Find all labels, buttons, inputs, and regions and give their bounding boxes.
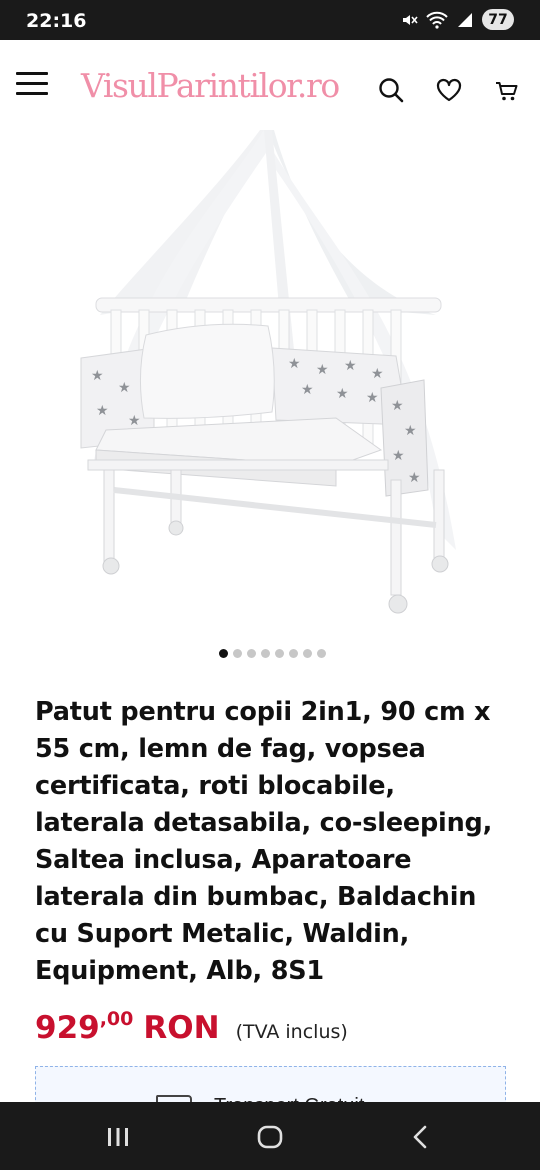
svg-text:★: ★ <box>344 358 357 374</box>
battery-icon: 77 <box>482 9 514 30</box>
carousel-dot[interactable] <box>218 648 228 658</box>
price-currency: RON <box>143 1010 220 1046</box>
carousel-dot[interactable] <box>260 648 270 658</box>
site-header: VisulParintilor.ro <box>0 40 540 132</box>
carousel-dot[interactable] <box>288 648 298 658</box>
wifi-icon <box>426 11 448 29</box>
heart-icon[interactable] <box>435 76 463 104</box>
svg-text:★: ★ <box>316 362 329 378</box>
status-time: 22:16 <box>26 10 87 32</box>
svg-text:★: ★ <box>91 368 104 384</box>
product-image[interactable]: ★★★★★ ★★★★★★★ ★★★★ <box>36 130 504 640</box>
carousel-dot[interactable] <box>316 648 326 658</box>
carousel-dot[interactable] <box>232 648 242 658</box>
svg-text:★: ★ <box>408 470 421 486</box>
price-row: 929 ,00 RON (TVA inclus) <box>35 1008 348 1054</box>
svg-text:★: ★ <box>404 423 417 439</box>
price-integer: 929 <box>35 1010 100 1046</box>
status-bar: 22:16 77 <box>0 0 540 40</box>
carousel-dot[interactable] <box>302 648 312 658</box>
site-logo[interactable]: VisulParintilor.ro <box>81 66 340 105</box>
svg-text:★: ★ <box>391 398 404 414</box>
signal-icon <box>456 11 474 29</box>
product-title: Patut pentru copii 2in1, 90 cm x 55 cm, … <box>35 697 493 986</box>
image-carousel-dots <box>0 646 540 660</box>
svg-text:★: ★ <box>288 356 301 372</box>
svg-text:★: ★ <box>366 390 379 406</box>
search-icon[interactable] <box>377 76 405 104</box>
cart-icon[interactable] <box>493 76 521 104</box>
svg-text:★: ★ <box>336 386 349 402</box>
svg-text:★: ★ <box>118 380 131 396</box>
carousel-dot[interactable] <box>246 648 256 658</box>
mute-icon <box>400 11 418 29</box>
svg-text:★: ★ <box>371 366 384 382</box>
svg-text:★: ★ <box>392 448 405 464</box>
vat-note: (TVA inclus) <box>235 1021 348 1043</box>
status-icons: 77 <box>400 9 514 30</box>
svg-text:★: ★ <box>96 403 109 419</box>
system-nav-bar <box>0 1102 540 1170</box>
recents-icon[interactable] <box>103 1122 133 1152</box>
back-icon[interactable] <box>406 1122 436 1152</box>
carousel-dot[interactable] <box>274 648 284 658</box>
svg-text:★: ★ <box>301 382 314 398</box>
menu-icon[interactable] <box>16 72 48 98</box>
svg-text:★: ★ <box>128 413 141 429</box>
home-icon[interactable] <box>255 1122 285 1152</box>
price-decimal: ,00 <box>99 1008 134 1030</box>
